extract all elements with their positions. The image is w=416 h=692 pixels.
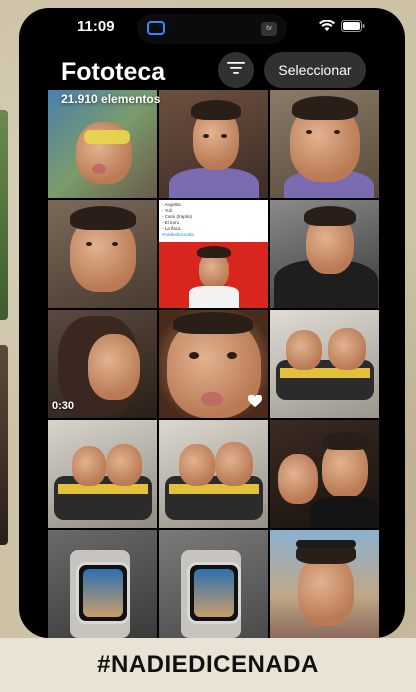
video-thumbnail[interactable]: 0:30 [48, 310, 157, 418]
podcast-frame [159, 242, 268, 308]
dynamic-island[interactable]: tv [137, 14, 287, 44]
phone-screen: 11:09 tv - Angelita - Yuli - Cami (trapi… [19, 8, 405, 638]
notes-text: - Angelita - Yuli - Cami (trapito) - El … [162, 202, 194, 237]
notes-screenshot-thumbnail[interactable]: - Angelita - Yuli - Cami (trapito) - El … [159, 200, 268, 308]
wifi-icon [319, 20, 335, 32]
status-bar: 11:09 tv [19, 8, 405, 44]
photo-grid: - Angelita - Yuli - Cami (trapito) - El … [48, 90, 379, 638]
select-button[interactable]: Seleccionar [264, 52, 366, 88]
side-card-left-bottom [0, 345, 8, 545]
favorite-heart-icon [247, 394, 263, 413]
photo-thumbnail[interactable] [270, 200, 379, 308]
photo-thumbnail[interactable] [159, 310, 268, 418]
side-card-left-top [0, 110, 8, 320]
photos-header: Fototeca 21.910 elementos Seleccionar [19, 48, 405, 108]
photo-thumbnail[interactable] [159, 530, 268, 638]
page-title: Fototeca [61, 58, 166, 86]
hashtag-banner: #NADIEDICENADA [0, 638, 416, 692]
hashtag-text: #NADIEDICENADA [97, 651, 319, 678]
item-count: 21.910 elementos [61, 92, 161, 106]
screen-mirroring-icon [147, 21, 165, 35]
status-time: 11:09 [77, 18, 115, 35]
tv-app-icon: tv [261, 22, 277, 36]
photo-thumbnail[interactable] [270, 530, 379, 638]
photo-thumbnail[interactable] [159, 420, 268, 528]
photo-thumbnail[interactable] [270, 310, 379, 418]
photo-thumbnail[interactable] [48, 200, 157, 308]
photo-thumbnail[interactable] [270, 420, 379, 528]
photo-thumbnail[interactable] [48, 420, 157, 528]
filter-lines-icon [227, 61, 245, 80]
filter-sort-button[interactable] [218, 52, 254, 88]
photo-thumbnail[interactable] [48, 530, 157, 638]
status-icons [319, 20, 365, 32]
video-duration: 0:30 [52, 400, 75, 412]
battery-icon [341, 20, 365, 32]
